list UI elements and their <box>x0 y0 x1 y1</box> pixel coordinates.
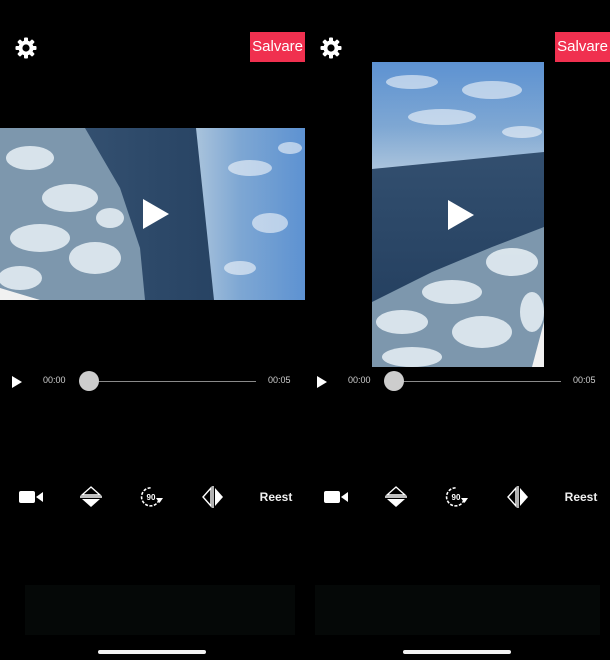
playback-timeline: 00:00 00:05 <box>305 370 610 392</box>
reset-button[interactable]: Reest <box>561 484 601 510</box>
rotate-90-label: 90 <box>452 493 461 502</box>
gear-icon[interactable] <box>14 36 38 60</box>
save-button[interactable]: Salvare <box>250 32 305 62</box>
play-icon[interactable] <box>11 375 23 388</box>
seek-track[interactable] <box>88 381 256 382</box>
home-indicator[interactable] <box>98 650 206 654</box>
home-indicator[interactable] <box>403 650 511 654</box>
video-preview[interactable] <box>0 128 305 300</box>
ad-banner-area <box>315 585 600 635</box>
seek-thumb[interactable] <box>79 371 99 391</box>
video-preview[interactable] <box>372 62 544 367</box>
editor-screen-after: Salvare 00:00 00:05 90 Reest <box>305 0 610 660</box>
current-time: 00:00 <box>43 375 66 385</box>
total-duration: 00:05 <box>268 375 291 385</box>
seek-track[interactable] <box>393 381 561 382</box>
ad-banner-area <box>25 585 295 635</box>
edit-toolbar: 90 Reest <box>305 484 610 510</box>
play-icon[interactable] <box>316 375 328 388</box>
current-time: 00:00 <box>348 375 371 385</box>
rotate-90-icon[interactable]: 90 <box>444 484 470 510</box>
rotate-90-label: 90 <box>147 493 156 502</box>
edit-toolbar: 90 Reest <box>0 484 305 510</box>
save-button[interactable]: Salvare <box>555 32 610 62</box>
video-camera-icon[interactable] <box>18 484 44 510</box>
play-icon[interactable] <box>141 197 171 231</box>
editor-screen-before: Salvare 00:00 00:05 90 Reest <box>0 0 305 660</box>
total-duration: 00:05 <box>573 375 596 385</box>
seek-thumb[interactable] <box>384 371 404 391</box>
rotate-90-icon[interactable]: 90 <box>139 484 165 510</box>
playback-timeline: 00:00 00:05 <box>0 370 305 392</box>
flip-vertical-icon[interactable] <box>79 484 103 510</box>
video-camera-icon[interactable] <box>323 484 349 510</box>
gear-icon[interactable] <box>319 36 343 60</box>
flip-vertical-icon[interactable] <box>384 484 408 510</box>
flip-horizontal-icon[interactable] <box>201 484 225 510</box>
play-icon[interactable] <box>446 198 476 232</box>
flip-horizontal-icon[interactable] <box>506 484 530 510</box>
reset-button[interactable]: Reest <box>256 484 296 510</box>
